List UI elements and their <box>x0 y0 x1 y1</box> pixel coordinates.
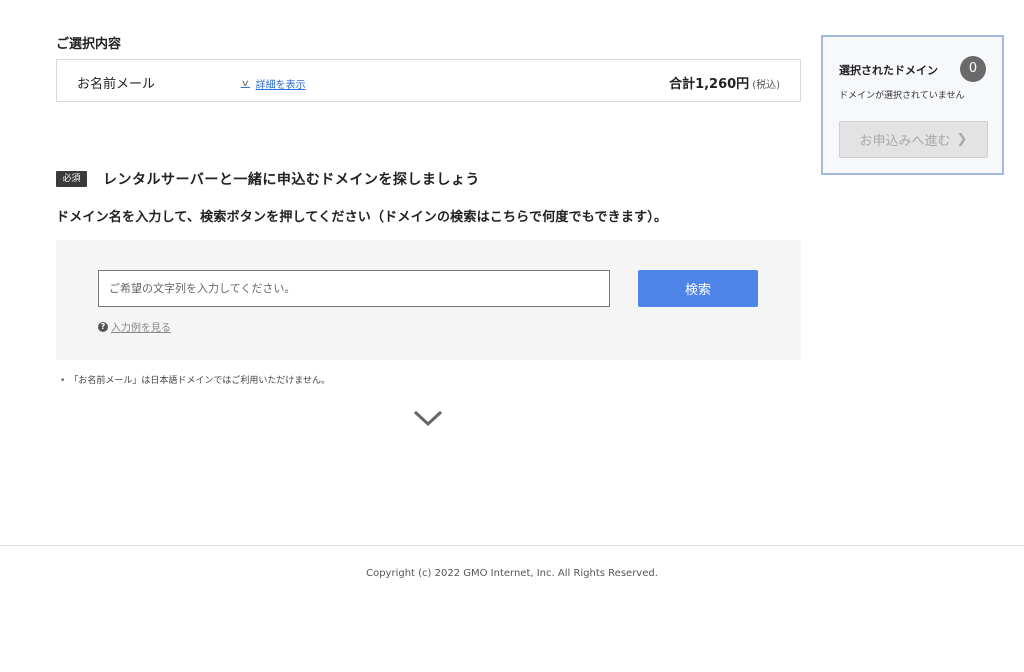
copyright: Copyright (c) 2022 GMO Internet, Inc. Al… <box>366 568 658 579</box>
selected-domains-title: 選択されたドメイン <box>839 64 938 77</box>
selection-title: ご選択内容 <box>56 37 122 52</box>
chevron-right-icon: ❯ <box>956 132 968 147</box>
search-instruction: ドメイン名を入力して、検索ボタンを押してください（ドメインの検索はこちらで何度で… <box>56 210 668 225</box>
total-amount: 合計1,260円 <box>669 77 750 92</box>
proceed-to-application-button[interactable]: お申込みへ進む ❯ <box>839 121 988 158</box>
domain-search-panel: 検索 ? 入力例を見る <box>56 240 801 360</box>
plan-name: お名前メール <box>77 77 156 92</box>
input-example-link[interactable]: ? 入力例を見る <box>98 319 171 334</box>
search-button[interactable]: 検索 <box>638 270 758 307</box>
selected-domains-panel: 選択されたドメイン 0 ドメインが選択されていません お申込みへ進む ❯ <box>821 35 1004 175</box>
details-toggle[interactable]: ∨ 詳細を表示 <box>240 76 306 92</box>
chevron-down-icon: ∨ <box>240 78 250 89</box>
japanese-domain-note: 「お名前メール」は日本語ドメインではご利用いただけません。 <box>60 373 330 386</box>
footer-divider <box>0 545 1024 546</box>
section-heading: レンタルサーバーと一緒に申込むドメインを探しましょう <box>103 172 480 188</box>
question-circle-icon: ? <box>98 321 108 332</box>
details-link[interactable]: 詳細を表示 <box>256 76 306 91</box>
total-price: 合計1,260円 (税込) <box>669 73 780 92</box>
input-example-label[interactable]: 入力例を見る <box>111 319 171 334</box>
proceed-label: お申込みへ進む <box>859 134 951 149</box>
chevron-down-icon[interactable] <box>413 408 443 428</box>
selected-count-badge: 0 <box>960 56 986 82</box>
tax-note: (税込) <box>752 80 780 91</box>
selection-status: ドメインが選択されていません <box>839 91 965 101</box>
selection-summary: お名前メール ∨ 詳細を表示 合計1,260円 (税込) <box>56 59 801 102</box>
domain-search-input[interactable] <box>98 270 610 307</box>
required-badge: 必須 <box>56 171 87 187</box>
